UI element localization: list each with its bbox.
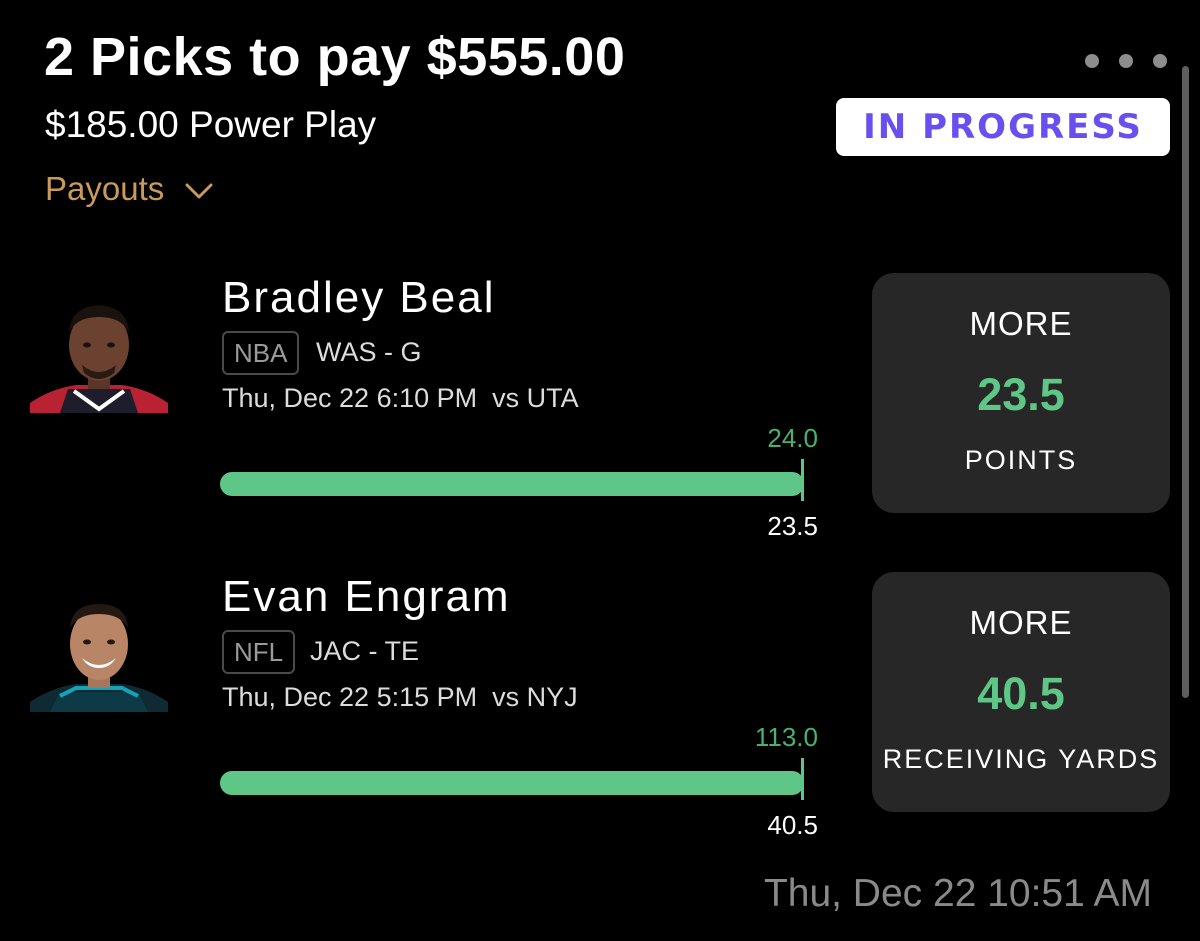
stat-type: POINTS	[964, 445, 1078, 475]
stat-card[interactable]: MORE 23.5 POINTS	[872, 273, 1170, 513]
progress-fill	[220, 771, 804, 795]
progress-bar	[220, 472, 804, 496]
team-position: WAS - G	[316, 337, 422, 367]
current-stat-value: 113.0	[754, 722, 818, 752]
direction-label: MORE	[969, 604, 1073, 641]
player-name: Evan Engram	[222, 572, 511, 621]
line-marker	[801, 459, 804, 501]
player-name: Bradley Beal	[222, 273, 496, 322]
team-position: JAC - TE	[310, 636, 420, 666]
page-title: 2 Picks to pay $555.00	[44, 27, 626, 87]
player-avatar	[30, 592, 168, 712]
game-time: Thu, Dec 22 5:15 PM vs NYJ	[222, 682, 578, 712]
pick-row: Bradley Beal NBA WAS - G Thu, Dec 22 6:1…	[0, 273, 1200, 543]
pick-row: Evan Engram NFL JAC - TE Thu, Dec 22 5:1…	[0, 572, 1200, 842]
direction-label: MORE	[969, 305, 1073, 342]
payouts-toggle[interactable]: Payouts	[45, 170, 214, 208]
more-options-icon[interactable]	[1085, 52, 1167, 70]
stat-type: RECEIVING YARDS	[882, 744, 1160, 774]
entry-type-label: $185.00 Power Play	[45, 104, 377, 145]
line-number: 23.5	[977, 369, 1065, 420]
player-avatar	[30, 293, 168, 413]
line-value: 40.5	[767, 810, 818, 840]
payouts-label: Payouts	[45, 170, 165, 207]
current-stat-value: 24.0	[767, 423, 818, 453]
status-badge: IN PROGRESS	[836, 98, 1170, 156]
line-value: 23.5	[767, 511, 818, 541]
league-badge: NBA	[222, 331, 300, 375]
line-marker	[801, 758, 804, 800]
progress-bar	[220, 771, 804, 795]
progress-fill	[220, 472, 804, 496]
timestamp: Thu, Dec 22 10:51 AM	[763, 872, 1152, 915]
line-number: 40.5	[977, 668, 1065, 719]
league-badge: NFL	[222, 630, 296, 674]
game-time: Thu, Dec 22 6:10 PM vs UTA	[222, 383, 579, 413]
chevron-down-icon	[185, 183, 213, 199]
stat-card[interactable]: MORE 40.5 RECEIVING YARDS	[872, 572, 1170, 812]
